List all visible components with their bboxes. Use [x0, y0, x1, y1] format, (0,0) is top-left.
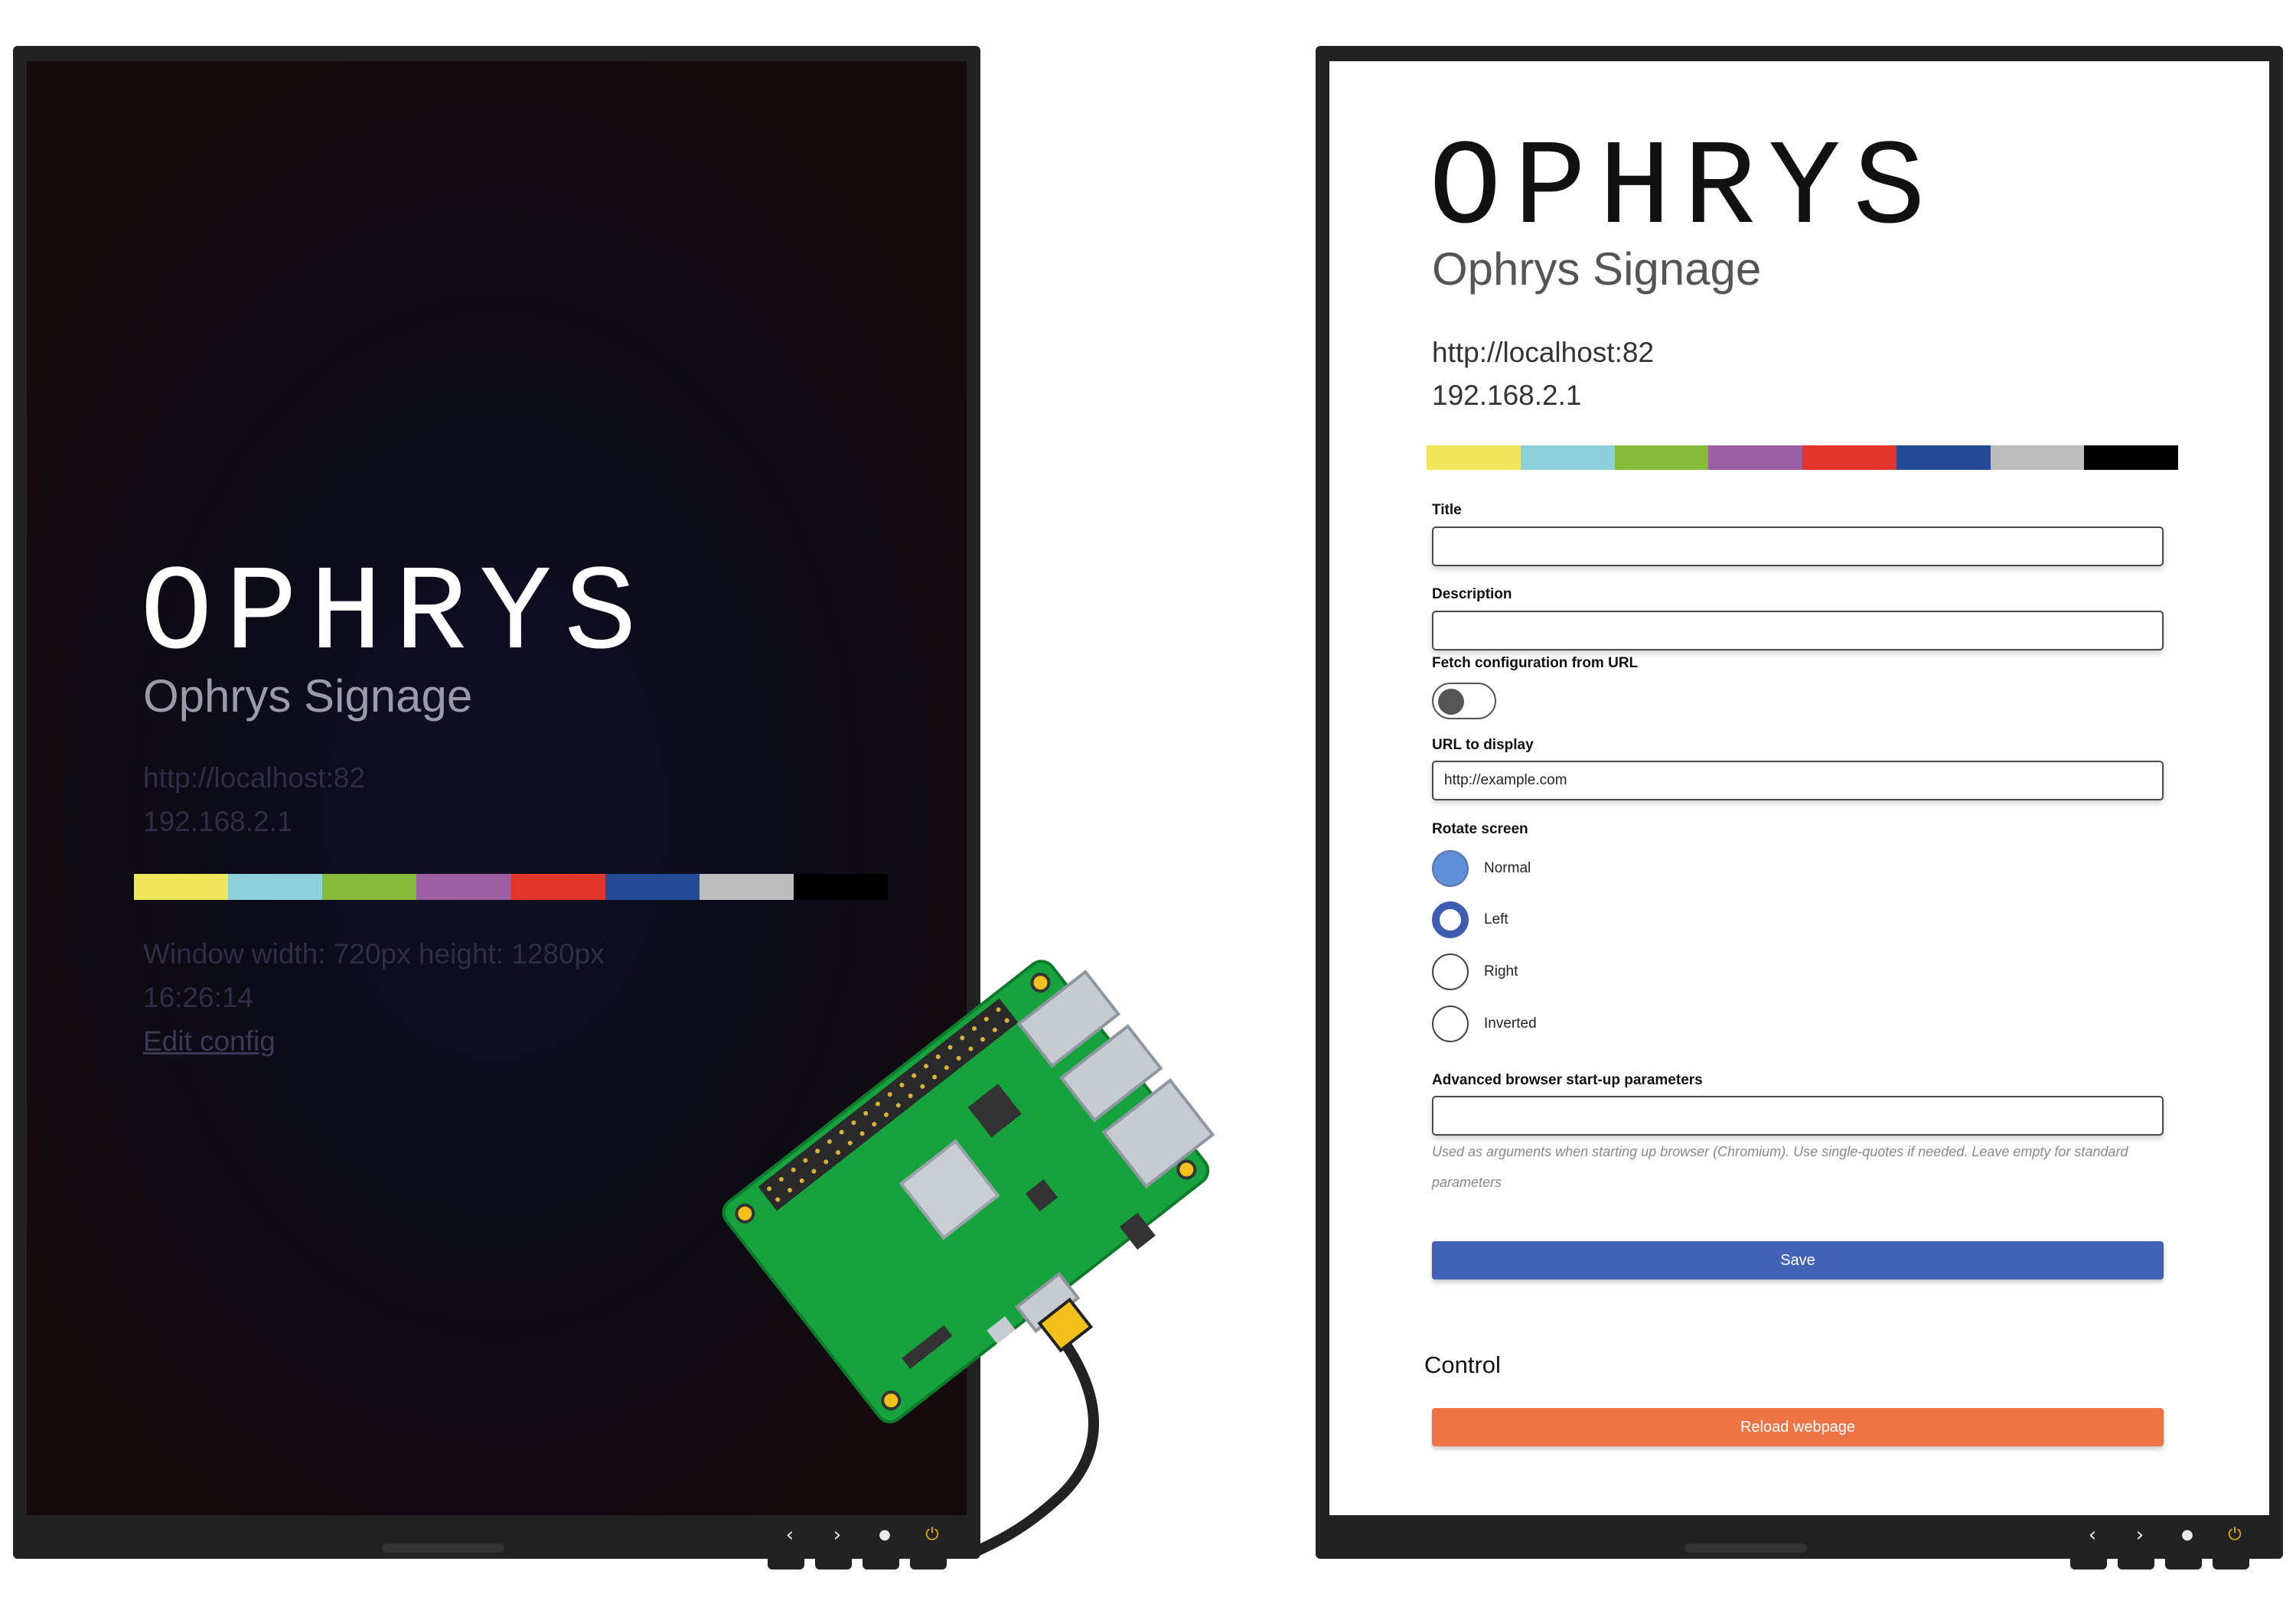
- color-bar-purple: [416, 874, 511, 900]
- signage-display-screen: OPHRYS Ophrys Signage http://localhost:8…: [27, 61, 967, 1515]
- save-button[interactable]: Save: [1432, 1241, 2164, 1279]
- color-bar-gray: [1990, 445, 2085, 470]
- color-bar-black: [2084, 445, 2178, 470]
- radio-label-normal: Normal: [1484, 860, 1531, 876]
- pi-ethernet-port: [1101, 1078, 1215, 1189]
- color-bar-black: [793, 874, 888, 900]
- pi-usb-port: [1059, 1024, 1163, 1123]
- description-input[interactable]: [1432, 611, 2164, 650]
- ip-address: 192.168.2.1: [1432, 380, 1582, 411]
- monitor-chin-notch: [382, 1543, 504, 1553]
- color-bar-yellow: [134, 874, 229, 900]
- advanced-params-label: Advanced browser start-up parameters: [1432, 1072, 1703, 1088]
- control-heading: Control: [1424, 1351, 1501, 1378]
- power-icon[interactable]: ⏻: [921, 1524, 944, 1547]
- dot-icon[interactable]: ●: [873, 1524, 896, 1547]
- chevron-right-icon[interactable]: ›: [2128, 1524, 2151, 1547]
- chevron-right-icon[interactable]: ›: [826, 1524, 849, 1547]
- monitor-chin-notch: [1684, 1543, 1807, 1553]
- color-bar-blue: [605, 874, 700, 900]
- color-bar-cyan: [228, 874, 323, 900]
- color-bar-cyan: [1520, 445, 1615, 470]
- radio-label-right: Right: [1484, 963, 1518, 980]
- color-test-bars: [134, 874, 888, 900]
- radio-label-inverted: Inverted: [1484, 1015, 1537, 1032]
- monitor-button-foot: [2070, 1559, 2107, 1570]
- ip-address: 192.168.2.1: [143, 806, 293, 837]
- url-to-display-label: URL to display: [1432, 737, 1534, 753]
- color-bar-green: [322, 874, 417, 900]
- config-screen: OPHRYS Ophrys Signage http://localhost:8…: [1329, 61, 2269, 1515]
- radio-left[interactable]: [1432, 901, 1469, 938]
- radio-normal[interactable]: [1432, 850, 1469, 887]
- hdmi-plug: [1037, 1297, 1094, 1353]
- reload-webpage-button[interactable]: Reload webpage: [1432, 1408, 2164, 1446]
- rotate-option-inverted[interactable]: Inverted: [1432, 1006, 1537, 1042]
- window-size-info: Window width: 720px height: 1280px: [143, 938, 605, 970]
- ophrys-logo: OPHRYS: [140, 547, 649, 684]
- url-to-display-input[interactable]: [1432, 761, 2164, 800]
- color-bar-gray: [699, 874, 794, 900]
- clock-time: 16:26:14: [143, 982, 254, 1013]
- pi-small-chip: [1025, 1179, 1058, 1212]
- toggle-knob: [1438, 689, 1464, 715]
- signage-subtitle: Ophrys Signage: [143, 670, 473, 722]
- rotate-screen-label: Rotate screen: [1432, 821, 1528, 837]
- rotate-option-right[interactable]: Right: [1432, 953, 1518, 990]
- color-bar-purple: [1708, 445, 1802, 470]
- fetch-config-toggle[interactable]: [1432, 683, 1496, 719]
- monitor-button-foot: [863, 1559, 899, 1570]
- chevron-left-icon[interactable]: ‹: [2081, 1524, 2104, 1547]
- pi-mount-hole: [1176, 1159, 1197, 1180]
- server-url: http://localhost:82: [143, 762, 366, 794]
- radio-label-left: Left: [1484, 911, 1508, 927]
- color-test-bars: [1427, 445, 2178, 470]
- monitor-button-foot: [2213, 1559, 2249, 1570]
- color-bar-red: [1802, 445, 1896, 470]
- radio-inverted[interactable]: [1432, 1006, 1469, 1042]
- description-label: Description: [1432, 586, 1512, 602]
- monitor-button-foot: [815, 1559, 852, 1570]
- left-monitor: OPHRYS Ophrys Signage http://localhost:8…: [13, 46, 980, 1570]
- power-icon[interactable]: ⏻: [2223, 1524, 2246, 1547]
- edit-config-link[interactable]: Edit config: [143, 1027, 276, 1055]
- signage-subtitle: Ophrys Signage: [1432, 243, 1762, 295]
- rotate-option-normal[interactable]: Normal: [1432, 850, 1531, 887]
- rotate-option-left[interactable]: Left: [1432, 901, 1508, 938]
- dot-icon[interactable]: ●: [2176, 1524, 2199, 1547]
- monitor-button-foot: [2118, 1559, 2154, 1570]
- pi-usb-port: [1016, 970, 1121, 1068]
- monitor-button-foot: [2165, 1559, 2202, 1570]
- color-bar-yellow: [1427, 445, 1521, 470]
- title-input[interactable]: [1432, 526, 2164, 566]
- pi-micro-usb: [987, 1316, 1016, 1344]
- chevron-left-icon[interactable]: ‹: [778, 1524, 801, 1547]
- hdmi-cable: [967, 1288, 1099, 1559]
- pi-hdmi-port: [1015, 1271, 1081, 1334]
- advanced-params-input[interactable]: [1432, 1096, 2164, 1136]
- title-label: Title: [1432, 502, 1462, 518]
- right-monitor: OPHRYS Ophrys Signage http://localhost:8…: [1316, 46, 2283, 1570]
- monitor-button-foot: [910, 1559, 947, 1570]
- ophrys-logo: OPHRYS: [1429, 122, 1938, 259]
- color-bar-blue: [1896, 445, 1991, 470]
- server-url: http://localhost:82: [1432, 337, 1655, 368]
- color-bar-red: [510, 874, 605, 900]
- color-bar-green: [1614, 445, 1709, 470]
- advanced-params-help: Used as arguments when starting up brows…: [1432, 1144, 2128, 1190]
- radio-right[interactable]: [1432, 953, 1469, 990]
- pi-audio-jack: [1119, 1212, 1156, 1250]
- monitor-button-foot: [768, 1559, 804, 1570]
- pi-mount-hole: [1030, 973, 1051, 993]
- fetch-config-label: Fetch configuration from URL: [1432, 655, 1639, 671]
